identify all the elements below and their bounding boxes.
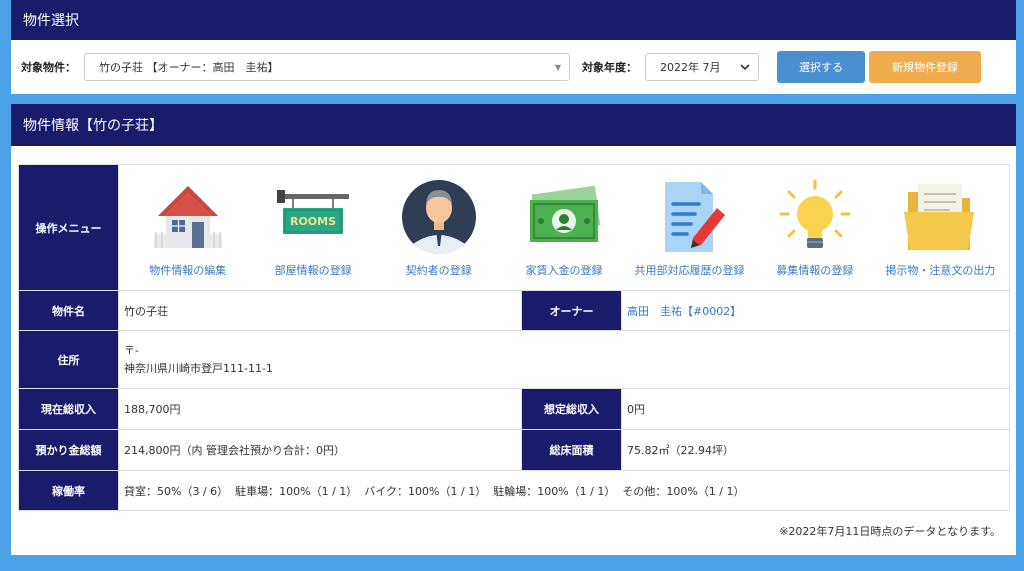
year-label: 対象年度： xyxy=(582,61,637,74)
property-select-value: 竹の子荘 【オーナー：高田 圭祐】 xyxy=(99,61,279,74)
data-date-note: ※2022年7月11日時点のデータとなります。 xyxy=(779,525,1001,538)
property-select-panel: 物件選択 対象物件： 竹の子荘 【オーナー：高田 圭祐】 ▼ 対象年度： 202… xyxy=(11,0,1016,94)
menu-item-label: 契約者の登録 xyxy=(405,263,472,277)
select-row: 対象物件： 竹の子荘 【オーナー：高田 圭祐】 ▼ 対象年度： 2022年 7月… xyxy=(11,40,1016,94)
floor-area-value: 75.82㎡（22.94坪） xyxy=(620,429,1011,471)
property-label: 対象物件： xyxy=(21,61,76,74)
menu-item-label: 部屋情報の登録 xyxy=(274,263,352,277)
menu-item-label: 掲示物・注意文の出力 xyxy=(885,263,996,277)
current-income-label: 現在総収入 xyxy=(18,388,119,430)
occupancy-label: 稼働率 xyxy=(18,470,119,511)
property-name-value: 竹の子荘 xyxy=(118,290,522,331)
money-icon xyxy=(530,185,601,242)
chevron-down-icon xyxy=(740,61,750,74)
select-button[interactable]: 選択する xyxy=(777,51,865,83)
property-info-table: 操作メニュー 物件情報の編集 ROOMS 部屋情報の登録 契約者の登録 家賃入金… xyxy=(18,164,1011,511)
menu-item-register-rent[interactable]: 家賃入金の登録 xyxy=(501,178,626,278)
year-select[interactable]: 2022年 7月 xyxy=(645,53,759,81)
owner-link[interactable]: 高田 圭祐【#0002】 xyxy=(627,305,741,318)
panel-title: 物件情報【竹の子荘】 xyxy=(11,104,1016,146)
person-icon xyxy=(401,179,476,254)
property-select[interactable]: 竹の子荘 【オーナー：高田 圭祐】 ▼ xyxy=(84,53,570,81)
owner-label: オーナー xyxy=(521,290,622,331)
folder-icon xyxy=(904,183,975,250)
menu-item-register-rooms[interactable]: ROOMS 部屋情報の登録 xyxy=(250,178,375,278)
deposit-total-label: 預かり金総額 xyxy=(18,429,119,471)
panel-title: 物件選択 xyxy=(11,0,1016,40)
menu-item-register-recruitment[interactable]: 募集情報の登録 xyxy=(752,178,877,278)
menu-item-edit-property[interactable]: 物件情報の編集 xyxy=(125,178,250,278)
floor-area-label: 総床面積 xyxy=(521,429,622,471)
address-cell: 〒- 神奈川県川崎市登戸111-11-1 xyxy=(117,330,1011,389)
current-income-value: 188,700円 xyxy=(118,388,522,430)
caret-down-icon: ▼ xyxy=(554,62,561,72)
menu-item-register-common-history[interactable]: 共用部対応履歴の登録 xyxy=(627,178,752,278)
menu-item-label: 物件情報の編集 xyxy=(149,263,227,277)
operation-menu: 物件情報の編集 ROOMS 部屋情報の登録 契約者の登録 家賃入金の登録 共用部… xyxy=(119,178,1009,278)
svg-text:ROOMS: ROOMS xyxy=(290,215,336,228)
menu-header: 操作メニュー xyxy=(18,164,119,291)
property-name-label: 物件名 xyxy=(18,290,119,331)
expected-income-value: 0円 xyxy=(620,388,1011,430)
menu-item-label: 募集情報の登録 xyxy=(776,263,854,277)
new-property-button[interactable]: 新規物件登録 xyxy=(869,51,981,83)
expected-income-label: 想定総収入 xyxy=(521,388,622,430)
address-label: 住所 xyxy=(18,330,119,389)
house-icon xyxy=(153,185,222,248)
menu-item-print-notices[interactable]: 掲示物・注意文の出力 xyxy=(878,178,1003,278)
document-edit-icon xyxy=(665,181,726,252)
menu-item-label: 家賃入金の登録 xyxy=(525,263,603,277)
year-select-value: 2022年 7月 xyxy=(660,61,721,74)
menu-item-label: 共用部対応履歴の登録 xyxy=(634,263,745,277)
occupancy-value: 貸室：50%（3 / 6） 駐車場：100%（1 / 1） バイク：100%（1… xyxy=(117,470,1011,511)
menu-item-register-tenant[interactable]: 契約者の登録 xyxy=(376,178,501,278)
rooms-sign-icon: ROOMS xyxy=(277,189,350,234)
property-info-panel: 物件情報【竹の子荘】 操作メニュー 物件情報の編集 ROOMS 部屋情報の登録 … xyxy=(11,104,1016,555)
address-value: 神奈川県川崎市登戸111-11-1 xyxy=(124,361,273,375)
deposit-total-value: 214,800円（内 管理会社預かり合計：0円） xyxy=(118,429,522,471)
lightbulb-icon xyxy=(779,179,851,248)
address-zip: 〒- xyxy=(124,343,139,357)
